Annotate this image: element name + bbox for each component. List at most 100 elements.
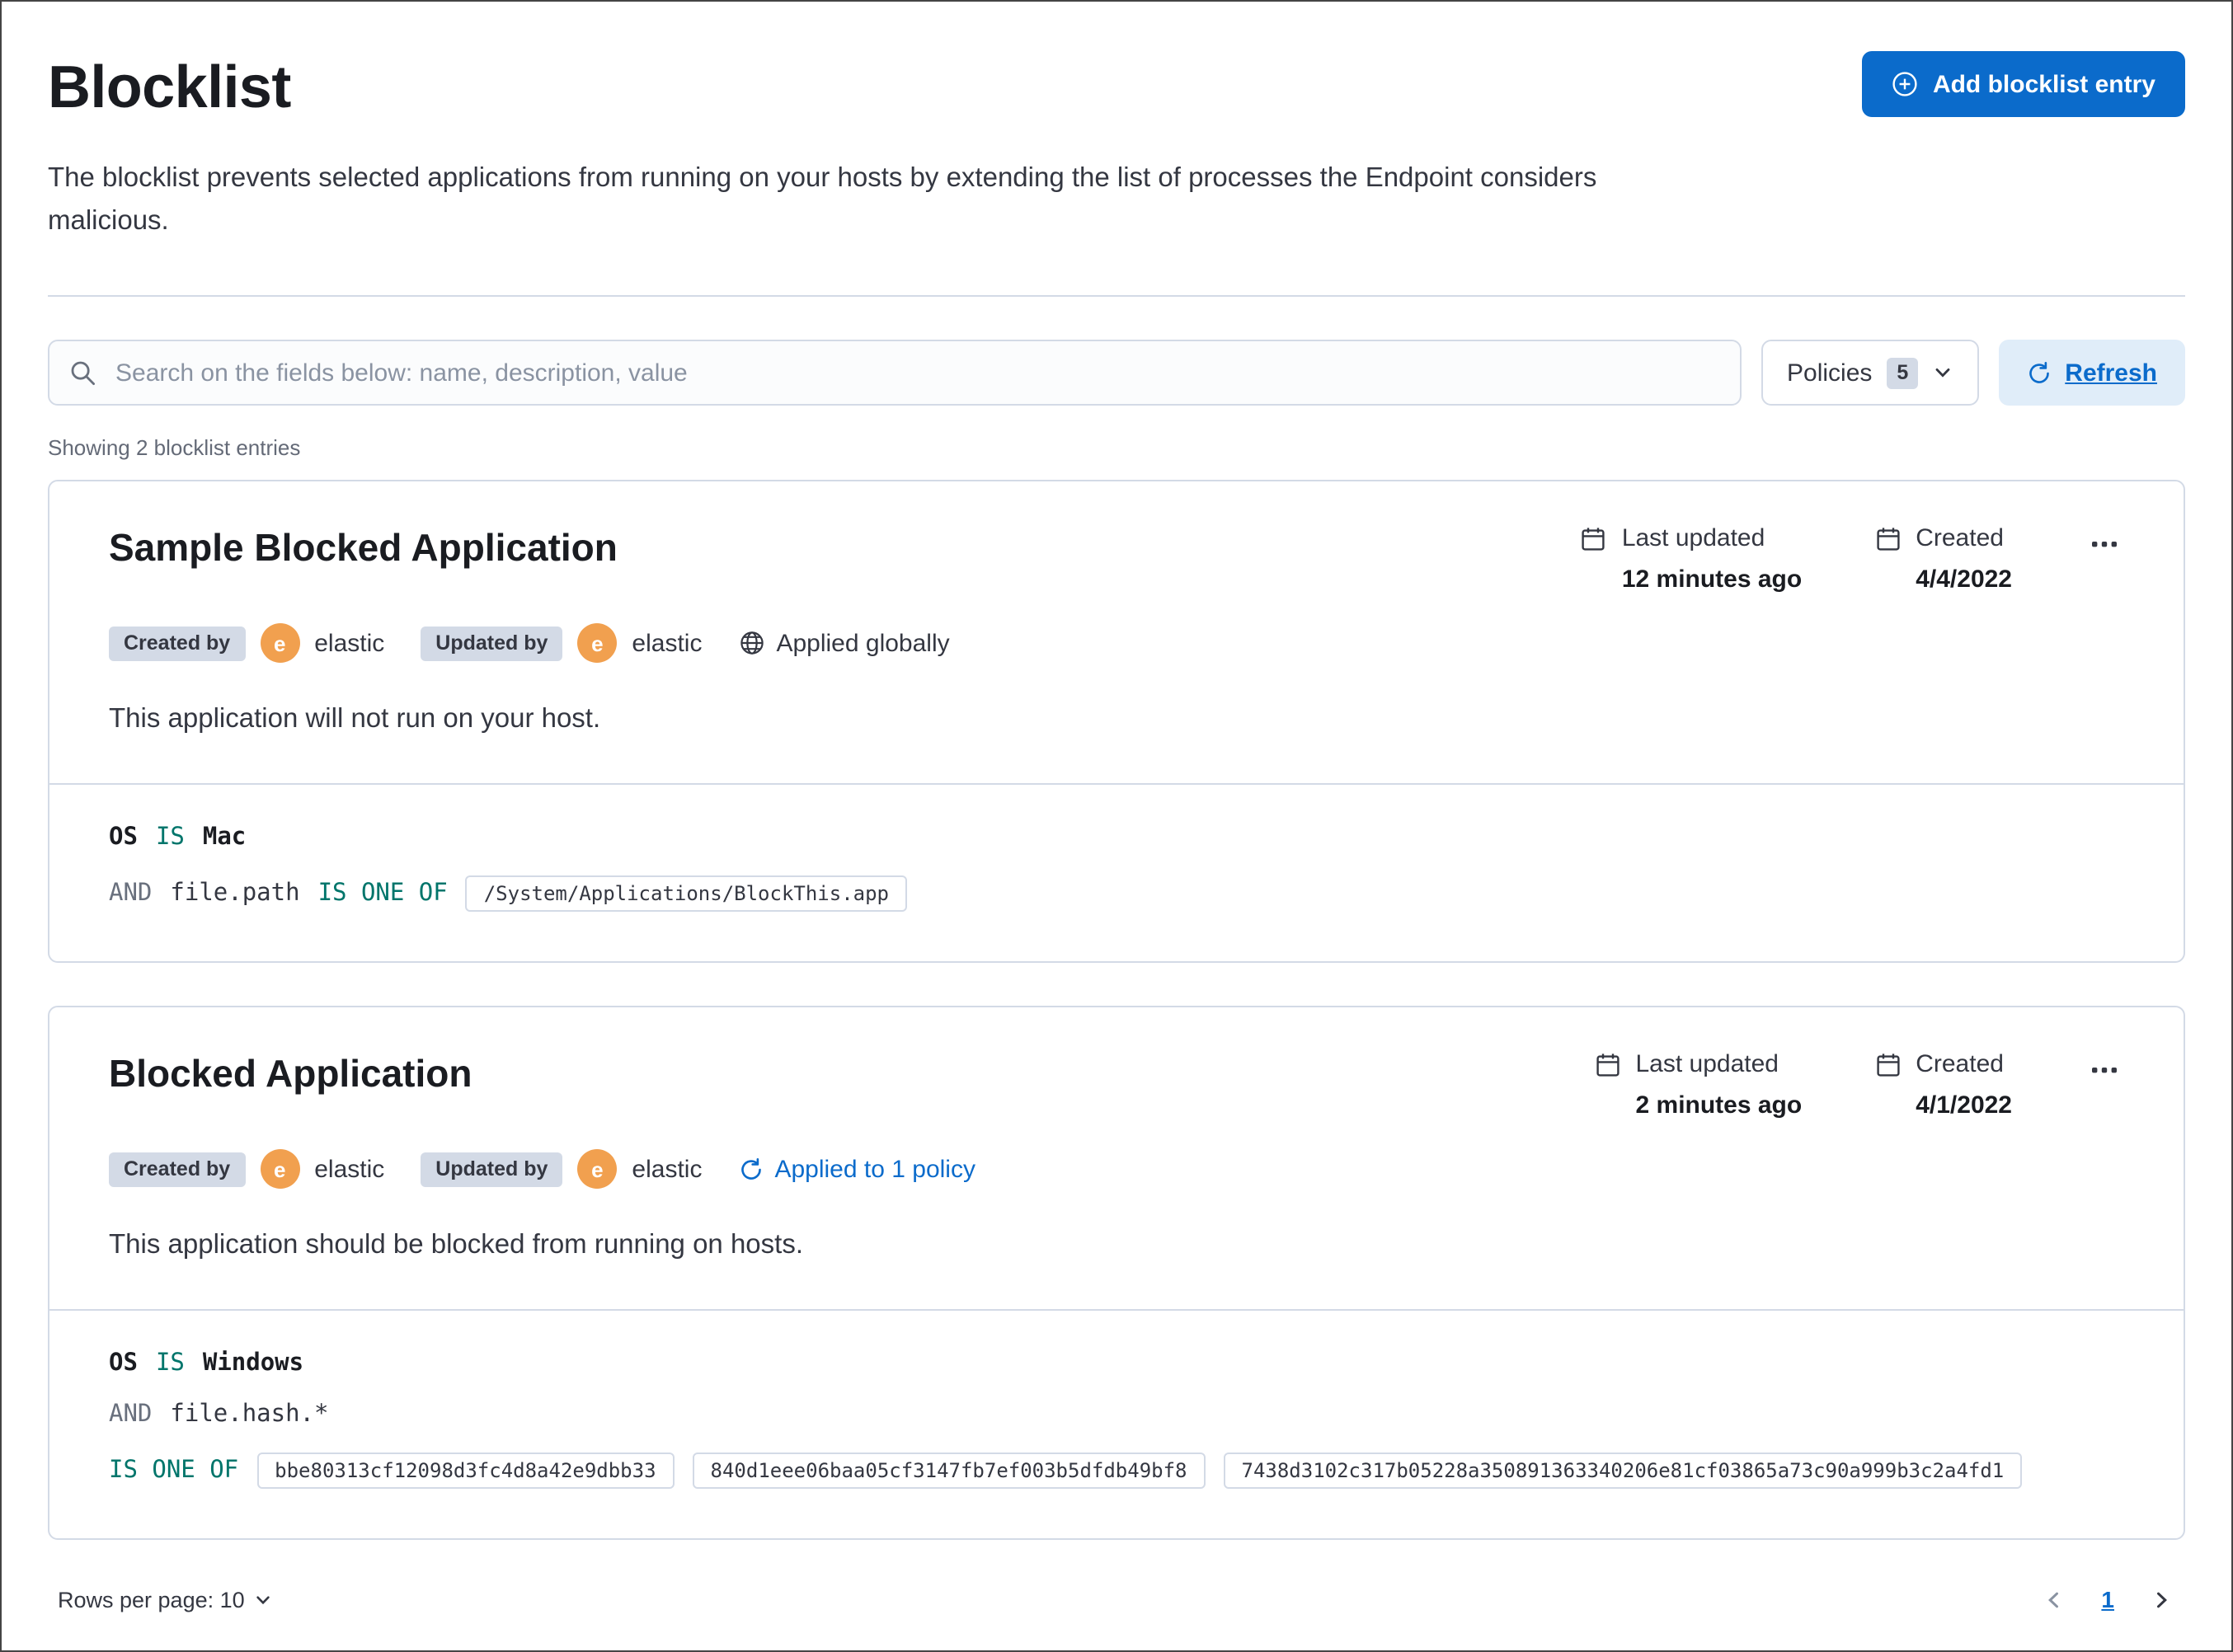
- refresh-label: Refresh: [2065, 359, 2157, 387]
- globe-icon: [738, 631, 764, 657]
- created-by-group: Created by e elastic: [109, 623, 385, 664]
- rows-per-page-label: Rows per page: 10: [58, 1587, 245, 1612]
- search-input[interactable]: [48, 340, 1741, 406]
- page-title: Blocklist: [48, 53, 291, 120]
- criteria-value-chip: 7438d3102c317b05228a350891363340206e81cf…: [1223, 1452, 2023, 1489]
- created-by-badge: Created by: [109, 1152, 246, 1187]
- toolbar: Policies 5 Refresh: [48, 340, 2185, 406]
- criteria-field: file.hash.*: [170, 1401, 329, 1428]
- criteria-os-operator: IS: [155, 1349, 185, 1377]
- created-meta: Created 4/1/2022: [1874, 1050, 2012, 1119]
- applied-globally-text: Applied globally: [776, 629, 950, 658]
- entry-description: This application should be blocked from …: [109, 1230, 803, 1260]
- pagination: 1: [2040, 1586, 2175, 1614]
- pagination-next-button[interactable]: [2147, 1586, 2175, 1614]
- entry-attribution-row: Created by e elastic Updated by e elasti…: [109, 623, 2124, 664]
- avatar: e: [577, 1149, 618, 1190]
- updated-by-group: Updated by e elastic: [421, 1149, 703, 1190]
- applied-globally: Applied globally: [738, 629, 950, 658]
- criteria-value-chip: bbe80313cf12098d3fc4d8a42e9dbb33: [256, 1452, 675, 1489]
- last-updated-label: Last updated: [1635, 1050, 1779, 1079]
- boxes-horizontal-icon: [2091, 1057, 2118, 1083]
- calendar-icon: [1874, 1052, 1901, 1078]
- refresh-button[interactable]: Refresh: [1999, 340, 2185, 406]
- entry-title: Blocked Application: [109, 1052, 472, 1096]
- created-label: Created: [1916, 524, 2004, 553]
- blocklist-page: Blocklist Add blocklist entry The blockl…: [0, 0, 2233, 1652]
- criteria-line: OS IS Windows: [109, 1350, 2124, 1377]
- blocklist-entry-card: Blocked Application Last updated 2 minut…: [48, 1006, 2185, 1540]
- pagination-page-1[interactable]: 1: [2101, 1587, 2114, 1613]
- created-by-badge: Created by: [109, 626, 246, 661]
- criteria-os-field: OS: [109, 1349, 138, 1377]
- created-value: 4/4/2022: [1916, 566, 2012, 594]
- chevron-left-icon: [2043, 1589, 2065, 1611]
- avatar: e: [577, 623, 618, 664]
- page-header: Blocklist Add blocklist entry: [48, 51, 2185, 122]
- applied-policy-link[interactable]: Applied to 1 policy: [738, 1155, 975, 1183]
- avatar: e: [260, 623, 300, 664]
- header-divider: [48, 295, 2185, 298]
- created-by-user: elastic: [314, 1155, 385, 1184]
- entries-count-text: Showing 2 blocklist entries: [48, 435, 301, 461]
- criteria-operator: IS ONE OF: [317, 880, 448, 908]
- criteria-value-chip: 840d1eee06baa05cf3147fb7ef003b5dfdb49bf8: [692, 1452, 1206, 1489]
- search-icon: [69, 360, 96, 387]
- created-value: 4/1/2022: [1916, 1091, 2012, 1120]
- plus-in-circle-icon: [1892, 71, 1918, 97]
- criteria-line: AND file.hash.*: [109, 1401, 2124, 1428]
- criteria-conjunction: AND: [109, 1401, 153, 1428]
- updated-by-user: elastic: [632, 1155, 703, 1184]
- criteria-conjunction: AND: [109, 880, 153, 908]
- last-updated-value: 2 minutes ago: [1635, 1091, 1803, 1120]
- entry-actions-menu-button[interactable]: [2085, 525, 2124, 565]
- blocklist-entry-card: Sample Blocked Application Last updated …: [48, 480, 2185, 964]
- policies-filter-label: Policies: [1787, 359, 1873, 387]
- policies-count-badge: 5: [1887, 357, 1919, 389]
- criteria-operator: IS ONE OF: [109, 1457, 239, 1484]
- last-updated-meta: Last updated 12 minutes ago: [1581, 525, 1802, 594]
- chevron-right-icon: [2151, 1589, 2172, 1611]
- criteria-line: OS IS Mac: [109, 824, 2124, 851]
- calendar-icon: [1874, 527, 1901, 553]
- created-by-group: Created by e elastic: [109, 1149, 385, 1190]
- policies-filter-button[interactable]: Policies 5: [1761, 340, 1980, 406]
- entry-meta: Last updated 2 minutes ago Created 4/1/2…: [1595, 1050, 2125, 1119]
- criteria-value-chip: /System/Applications/BlockThis.app: [465, 875, 907, 913]
- page-description: The blocklist prevents selected applicat…: [48, 163, 1597, 236]
- criteria-os-value: Mac: [202, 824, 247, 852]
- entry-actions-menu-button[interactable]: [2085, 1050, 2124, 1090]
- last-updated-label: Last updated: [1621, 524, 1765, 553]
- pagination-previous-button[interactable]: [2040, 1586, 2068, 1614]
- rows-per-page-button[interactable]: Rows per page: 10: [58, 1588, 273, 1612]
- refresh-icon: [2027, 361, 2052, 386]
- updated-by-badge: Updated by: [421, 1152, 563, 1187]
- entry-title: Sample Blocked Application: [109, 526, 618, 570]
- applied-policy-text: Applied to 1 policy: [774, 1155, 975, 1184]
- criteria-os-operator: IS: [155, 824, 185, 852]
- entry-criteria: OS IS Mac AND file.path IS ONE OF /Syste…: [49, 783, 2184, 961]
- add-blocklist-entry-button[interactable]: Add blocklist entry: [1861, 51, 2185, 117]
- calendar-icon: [1595, 1052, 1621, 1078]
- add-blocklist-entry-label: Add blocklist entry: [1932, 70, 2155, 98]
- entry-criteria: OS IS Windows AND file.hash.* IS ONE OF …: [49, 1308, 2184, 1538]
- created-by-user: elastic: [314, 629, 385, 658]
- search-box: [48, 340, 1741, 406]
- updated-by-badge: Updated by: [421, 626, 563, 661]
- criteria-os-field: OS: [109, 824, 138, 852]
- criteria-line: AND file.path IS ONE OF /System/Applicat…: [109, 875, 2124, 913]
- chevron-down-icon: [1933, 364, 1953, 383]
- entry-meta: Last updated 12 minutes ago Created 4/4/…: [1581, 525, 2124, 594]
- created-meta: Created 4/4/2022: [1874, 525, 2012, 594]
- last-updated-meta: Last updated 2 minutes ago: [1595, 1050, 1803, 1120]
- criteria-os-value: Windows: [202, 1349, 304, 1377]
- criteria-line: IS ONE OF bbe80313cf12098d3fc4d8a42e9dbb…: [109, 1452, 2124, 1489]
- chevron-down-icon: [255, 1591, 273, 1609]
- entry-attribution-row: Created by e elastic Updated by e elasti…: [109, 1149, 2124, 1190]
- list-footer: Rows per page: 10 1: [48, 1586, 2185, 1614]
- policy-sync-icon: [738, 1157, 763, 1181]
- criteria-field: file.path: [170, 880, 300, 908]
- updated-by-user: elastic: [632, 629, 703, 658]
- calendar-icon: [1581, 527, 1607, 553]
- avatar: e: [260, 1149, 300, 1190]
